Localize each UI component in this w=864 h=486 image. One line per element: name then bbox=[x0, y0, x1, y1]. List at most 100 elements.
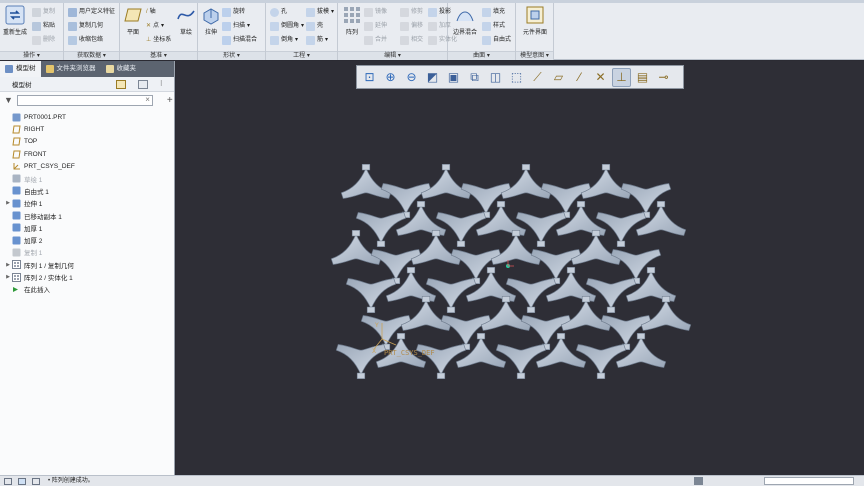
tree-item[interactable]: 在此插入 bbox=[0, 283, 174, 295]
plane-button[interactable]: 平面 bbox=[122, 5, 144, 36]
tree-item[interactable]: 草绘 1 bbox=[0, 172, 174, 184]
axis-icon: / bbox=[146, 9, 148, 15]
status-window-icon[interactable] bbox=[18, 478, 26, 485]
style-icon bbox=[482, 22, 491, 31]
shrinkwrap-button[interactable]: 收缩包络 bbox=[68, 34, 103, 47]
graphics-viewport[interactable]: ⊡ ⊕ ⊖ ◩ ▣ ⧉ ◫ ⬚ ⟋ ▱ ⁄ ✕ ⊥ ▤ ⊸ Y X PRT_CSYS_DEF bbox=[176, 61, 864, 475]
revolve-button[interactable]: 旋转 bbox=[222, 6, 245, 19]
filter-input[interactable]: × bbox=[16, 94, 153, 106]
csys-button[interactable]: ⊥ 坐标系 bbox=[146, 34, 171, 47]
freestyle-button[interactable]: 自由式 bbox=[482, 34, 511, 47]
pattern-button[interactable]: 阵列 bbox=[341, 5, 363, 36]
shell-button[interactable]: 壳 bbox=[306, 20, 323, 33]
add-filter-icon[interactable]: + bbox=[167, 95, 173, 106]
tree-item-label: 已移动副本 1 bbox=[24, 213, 62, 221]
delete-icon bbox=[32, 36, 41, 45]
tree-item-label: PRT0001.PRT bbox=[24, 113, 67, 121]
csys-label: PRT_CSYS_DEF bbox=[384, 349, 435, 357]
regenerate-button[interactable]: 重新生成 bbox=[2, 5, 28, 36]
mirror-button[interactable]: 镜像 bbox=[364, 6, 387, 19]
tree-item[interactable]: TOP bbox=[0, 136, 174, 148]
freestyle-icon bbox=[482, 36, 491, 45]
tree-item[interactable]: 加厚 1 bbox=[0, 222, 174, 234]
copy-button[interactable]: 复制 bbox=[32, 6, 55, 19]
tree-item[interactable]: 已移动副本 1 bbox=[0, 209, 174, 221]
tree-item[interactable]: ▶ 拉伸 1 bbox=[0, 197, 174, 209]
hole-button[interactable]: 孔 bbox=[270, 6, 287, 19]
selection-filter-icon[interactable] bbox=[694, 477, 703, 485]
group-label[interactable]: 工程 ▾ bbox=[266, 51, 337, 60]
tree-item-label: 阵列 2 / 实体化 1 bbox=[24, 275, 73, 282]
tree-item[interactable]: 加厚 2 bbox=[0, 234, 174, 246]
model-geometry[interactable]: Y X PRT_CSYS_DEF bbox=[176, 61, 864, 475]
tree-settings-icon[interactable] bbox=[116, 80, 126, 89]
group-label[interactable]: 基准 ▾ bbox=[120, 51, 197, 60]
tree-item-label: 加厚 1 bbox=[24, 225, 43, 233]
point-button[interactable]: ✕ 点 ▾ bbox=[146, 20, 164, 33]
tree-item[interactable]: ▶ 阵列 2 / 实体化 1 bbox=[0, 271, 174, 283]
status-bar: • 阵列创建成功。 bbox=[0, 475, 864, 486]
sketch-button[interactable]: 草绘 bbox=[176, 5, 196, 36]
axis-button[interactable]: / 轴 bbox=[146, 6, 156, 19]
offset-button[interactable]: 偏移 bbox=[400, 20, 423, 33]
extrude-button[interactable]: 拉伸 bbox=[200, 5, 222, 36]
tree-item[interactable]: RIGHT bbox=[0, 123, 174, 135]
group-label[interactable]: 形状 ▾ bbox=[198, 51, 265, 60]
tree-item[interactable]: 自由式 1 bbox=[0, 185, 174, 197]
merge-button[interactable]: 合并 bbox=[364, 34, 387, 47]
tree-item-label: 复制 1 bbox=[24, 250, 43, 258]
tree-item[interactable]: 复制 1 bbox=[0, 246, 174, 258]
regenerate-icon bbox=[5, 5, 25, 25]
copy-geom-button[interactable]: 复制几何 bbox=[68, 20, 103, 33]
group-label[interactable]: 编辑 ▾ bbox=[338, 51, 447, 60]
pattern-icon bbox=[12, 272, 21, 282]
clear-filter-icon[interactable]: × bbox=[145, 95, 150, 104]
filter-icon[interactable]: ▼ bbox=[4, 95, 13, 105]
udf-button[interactable]: 用户定义特征 bbox=[68, 6, 115, 19]
chamfer-button[interactable]: 倒角 ▾ bbox=[270, 34, 298, 47]
delete-button[interactable]: 删除 bbox=[32, 34, 55, 47]
expand-arrow-icon[interactable]: ▶ bbox=[4, 274, 12, 280]
tab-folder-browser[interactable]: 文件夹浏览器 bbox=[41, 61, 101, 77]
tree-item-label: 加厚 2 bbox=[24, 238, 43, 246]
tree-item-label: 阵列 1 / 复制几何 bbox=[24, 262, 74, 270]
rib-button[interactable]: 筋 ▾ bbox=[306, 34, 328, 47]
pattern-icon bbox=[344, 7, 360, 23]
part-icon bbox=[12, 113, 21, 122]
paste-button[interactable]: 粘贴 bbox=[32, 20, 55, 33]
datum-plane-icon bbox=[12, 125, 21, 134]
group-label[interactable]: 操作 ▾ bbox=[0, 51, 63, 60]
expand-arrow-icon[interactable]: ▶ bbox=[4, 200, 12, 206]
status-fullscreen-icon[interactable] bbox=[32, 478, 40, 485]
trim-button[interactable]: 修剪 bbox=[400, 6, 423, 19]
model-tree-icon bbox=[5, 65, 13, 73]
plane-icon bbox=[124, 8, 142, 22]
fill-button[interactable]: 填充 bbox=[482, 6, 505, 19]
tree-columns-icon[interactable] bbox=[138, 80, 148, 89]
tree-item[interactable]: ▶ 阵列 1 / 复制几何 bbox=[0, 259, 174, 271]
tree-item[interactable]: PRT_CSYS_DEF bbox=[0, 160, 174, 172]
swept-blend-icon bbox=[222, 36, 231, 45]
style-button[interactable]: 样式 bbox=[482, 20, 505, 33]
group-label[interactable]: 获取数据 ▾ bbox=[64, 51, 119, 60]
expand-arrow-icon[interactable]: ▶ bbox=[4, 262, 12, 268]
intersect-button[interactable]: 相交 bbox=[400, 34, 423, 47]
status-grid-icon[interactable] bbox=[4, 478, 12, 485]
swept-blend-button[interactable]: 扫描混合 bbox=[222, 34, 257, 47]
group-label[interactable]: 曲面 ▾ bbox=[448, 51, 515, 60]
group-label[interactable]: 模型意图 ▾ bbox=[516, 51, 553, 60]
tree-item[interactable]: PRT0001.PRT bbox=[0, 111, 174, 123]
selection-filter-dropdown[interactable] bbox=[764, 477, 854, 485]
component-interface-button[interactable]: 元件界面 bbox=[518, 5, 552, 36]
tab-favorites[interactable]: 收藏夹 bbox=[101, 61, 142, 77]
tree-item-label: 自由式 1 bbox=[24, 188, 49, 196]
extend-button[interactable]: 延伸 bbox=[364, 20, 387, 33]
tab-model-tree[interactable]: 模型树 bbox=[0, 61, 41, 77]
ribbon-group-surfaces: 边界混合 填充 样式 自由式 曲面 ▾ bbox=[448, 3, 516, 60]
tree-options-icon[interactable]: ⁝ bbox=[160, 79, 163, 88]
round-button[interactable]: 倒圆角 ▾ bbox=[270, 20, 304, 33]
draft-button[interactable]: 拔模 ▾ bbox=[306, 6, 334, 19]
boundary-blend-button[interactable]: 边界混合 bbox=[450, 5, 480, 36]
tree-item[interactable]: FRONT bbox=[0, 148, 174, 160]
sweep-button[interactable]: 扫描 ▾ bbox=[222, 20, 250, 33]
